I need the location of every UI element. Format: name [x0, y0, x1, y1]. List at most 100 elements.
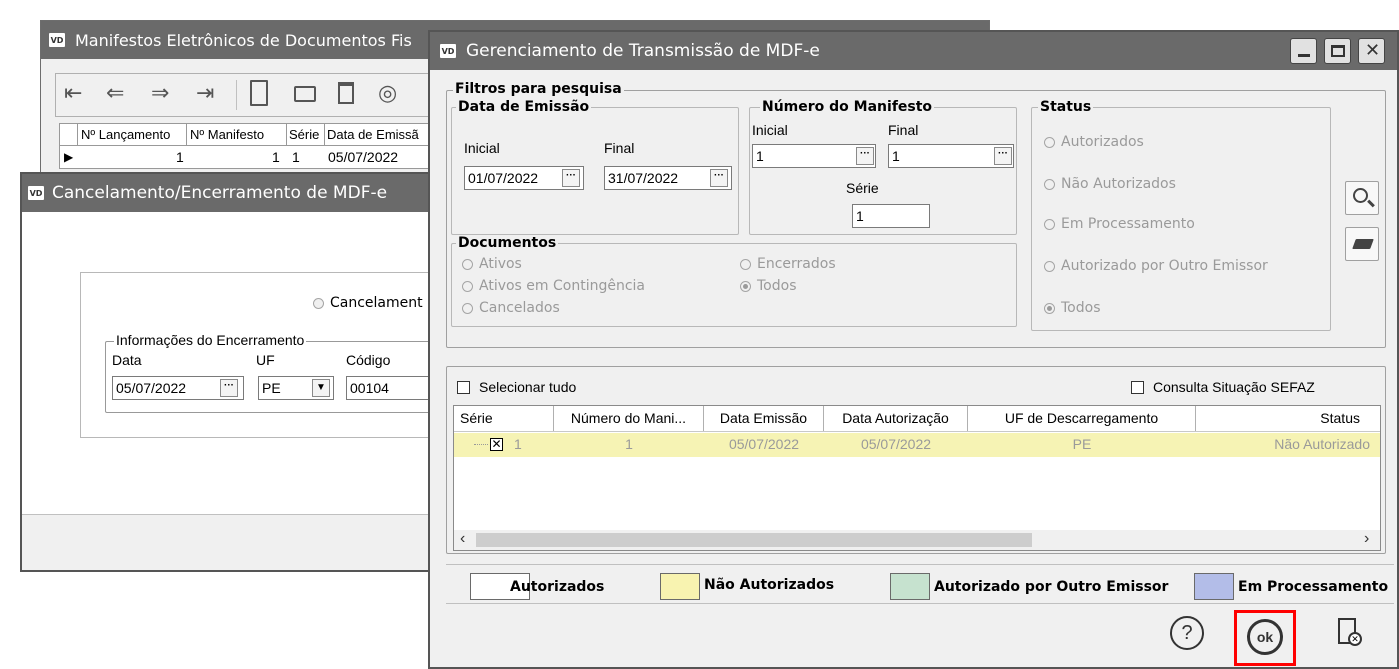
radio-documentos-todos-button[interactable]: [740, 280, 751, 292]
radio-autorizado-outro[interactable]: Autorizado por Outro Emissor: [1044, 258, 1268, 274]
header-serie[interactable]: Série: [454, 406, 554, 431]
emissao-final-label: Final: [604, 140, 635, 156]
col-data-emissao: Data de Emissã: [327, 127, 419, 142]
radio-cancelados-label: Cancelados: [479, 300, 560, 316]
close-button[interactable]: ✕: [1358, 38, 1385, 64]
table-row[interactable]: ✕ 1 1 05/07/2022 05/07/2022 PE Não Autor…: [454, 433, 1380, 457]
row-checkbox[interactable]: ✕: [490, 438, 503, 451]
radio-autorizados-button[interactable]: [1044, 136, 1055, 148]
header-uf[interactable]: UF de Descarregamento: [968, 406, 1196, 431]
documentos-title: Documentos: [456, 235, 559, 251]
emissao-inicial-picker[interactable]: ···: [562, 169, 580, 187]
status-group: Status Autorizados Não Autorizados Em Pr…: [1031, 99, 1331, 331]
scroll-right-icon[interactable]: ›: [1364, 530, 1369, 548]
radio-encerrados[interactable]: Encerrados: [740, 256, 836, 272]
delete-icon[interactable]: [338, 82, 354, 104]
col-manifesto: Nº Manifesto: [190, 127, 265, 142]
status-title: Status: [1038, 99, 1094, 115]
row-indicator-header: [60, 124, 78, 146]
radio-ativos[interactable]: Ativos: [462, 256, 522, 272]
radio-ativos-button[interactable]: [462, 258, 473, 270]
minimize-icon: [1298, 54, 1310, 57]
radio-status-todos[interactable]: Todos: [1044, 300, 1100, 316]
emissao-inicial-label: Inicial: [464, 140, 500, 156]
emissao-title: Data de Emissão: [456, 99, 592, 115]
help-button[interactable]: ?: [1170, 616, 1204, 650]
minimize-button[interactable]: [1290, 38, 1317, 64]
radio-autorizados[interactable]: Autorizados: [1044, 134, 1144, 150]
radio-em-processamento[interactable]: Em Processamento: [1044, 216, 1195, 232]
clear-button[interactable]: [1345, 227, 1379, 261]
radio-ativos-contingencia[interactable]: Ativos em Contingência: [462, 278, 645, 294]
cancelamento-footer: [22, 514, 438, 515]
view-icon[interactable]: ◎: [378, 80, 397, 106]
radio-autorizado-outro-label: Autorizado por Outro Emissor: [1061, 258, 1268, 274]
row-numero: 1: [625, 436, 633, 452]
radio-encerrados-button[interactable]: [740, 258, 751, 270]
manifestos-toolbar: ⇤ ⇐ ⇒ ⇥ ◎: [55, 73, 435, 117]
scroll-thumb[interactable]: [476, 533, 1032, 547]
radio-status-todos-button[interactable]: [1044, 302, 1055, 314]
numero-final-label: Final: [888, 122, 919, 138]
legend-autorizados-label: Autorizados: [510, 579, 605, 595]
horizontal-scrollbar[interactable]: ‹ ›: [454, 530, 1380, 550]
numero-final-picker[interactable]: ···: [994, 147, 1012, 165]
radio-nao-autorizados[interactable]: Não Autorizados: [1044, 176, 1176, 192]
search-icon: [1353, 188, 1368, 203]
codigo-label: Código: [346, 352, 391, 368]
consulta-sefaz-checkbox[interactable]: [1131, 381, 1144, 394]
col-serie: Série: [289, 127, 320, 142]
numero-serie-input[interactable]: 1: [852, 204, 930, 228]
table-row[interactable]: ▶ 1 1 1 05/07/2022: [60, 147, 460, 169]
manifestos-grid: Nº Lançamento Nº Manifesto Série Data de…: [59, 123, 460, 169]
radio-cancelados[interactable]: Cancelados: [462, 300, 560, 316]
numero-inicial-picker[interactable]: ···: [856, 147, 874, 165]
emissao-final-picker[interactable]: ···: [710, 169, 728, 187]
help-icon: ?: [1181, 622, 1193, 644]
cell-lancamento: 1: [176, 149, 184, 165]
previous-record-icon[interactable]: ⇐: [106, 80, 124, 106]
radio-nao-autorizados-label: Não Autorizados: [1061, 176, 1176, 192]
ok-button[interactable]: ok: [1247, 619, 1283, 655]
header-numero[interactable]: Número do Mani...: [554, 406, 704, 431]
scroll-left-icon[interactable]: ‹: [460, 530, 465, 548]
radio-ativos-contingencia-label: Ativos em Contingência: [479, 278, 646, 294]
radio-ativos-contingencia-button[interactable]: [462, 280, 473, 292]
new-document-icon[interactable]: [250, 80, 268, 106]
app-icon: VD: [49, 33, 65, 47]
legend-nao-autorizados-label: Não Autorizados: [704, 577, 835, 593]
search-icon-handle: [1367, 199, 1375, 208]
folder-icon[interactable]: [294, 86, 316, 102]
next-record-icon[interactable]: ⇒: [151, 80, 169, 106]
legend-nao-autorizados-swatch: [660, 573, 700, 600]
radio-em-processamento-label: Em Processamento: [1061, 216, 1195, 232]
row-pointer-icon: ▶: [64, 150, 74, 164]
radio-autorizado-outro-button[interactable]: [1044, 260, 1055, 272]
legend-em-processamento-label: Em Processamento: [1238, 579, 1389, 595]
cancel-document-button[interactable]: ✕: [1338, 618, 1362, 648]
header-data-autorizacao[interactable]: Data Autorização: [824, 406, 968, 431]
header-data-emissao[interactable]: Data Emissão: [704, 406, 824, 431]
search-button[interactable]: [1345, 181, 1379, 215]
legend-em-processamento-swatch: [1194, 573, 1234, 600]
data-picker-button[interactable]: ···: [220, 379, 238, 397]
selecionar-tudo-checkbox[interactable]: [457, 381, 470, 394]
col-divider: [286, 124, 287, 146]
chevron-down-icon[interactable]: ▼: [312, 379, 330, 397]
radio-em-processamento-button[interactable]: [1044, 218, 1055, 230]
maximize-button[interactable]: [1324, 38, 1351, 64]
first-record-icon[interactable]: ⇤: [64, 80, 82, 106]
emissao-final-value: 31/07/2022: [608, 170, 679, 186]
radio-nao-autorizados-button[interactable]: [1044, 178, 1055, 190]
radio-documentos-todos[interactable]: Todos: [740, 278, 796, 294]
row-autorizacao: 05/07/2022: [860, 436, 932, 452]
header-status[interactable]: Status: [1196, 406, 1380, 431]
emissao-group: Data de Emissão Inicial Final 01/07/2022…: [451, 99, 739, 235]
filtros-group: Filtros para pesquisa Data de Emissão In…: [446, 81, 1386, 348]
emissao-inicial-value: 01/07/2022: [468, 170, 539, 186]
radio-cancelamento[interactable]: [313, 297, 324, 309]
maximize-icon: [1331, 45, 1345, 57]
radio-cancelados-button[interactable]: [462, 302, 473, 314]
option-cancelamento[interactable]: Cancelament: [313, 295, 423, 311]
last-record-icon[interactable]: ⇥: [196, 80, 214, 106]
